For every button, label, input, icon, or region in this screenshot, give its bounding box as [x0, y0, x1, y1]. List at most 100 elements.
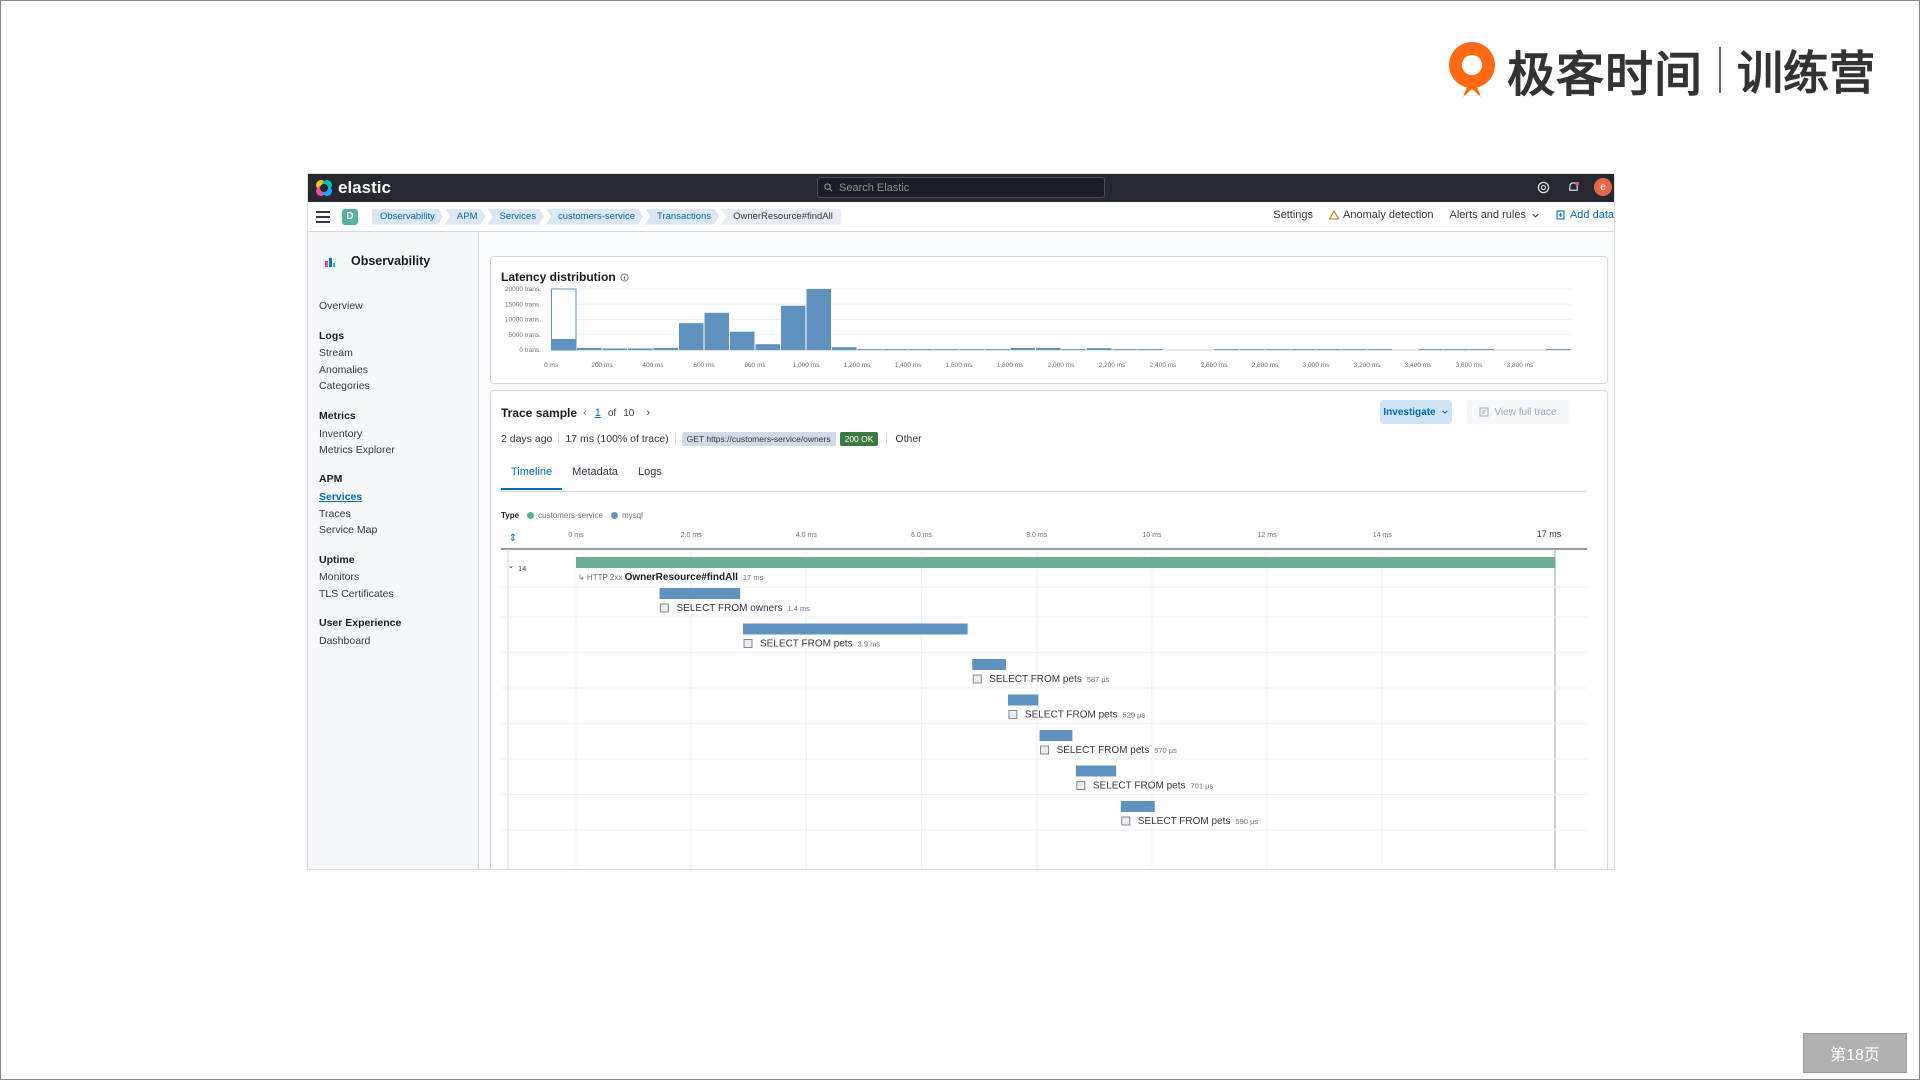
- latency-bar[interactable]: [1342, 349, 1367, 350]
- latency-bar[interactable]: [1010, 347, 1036, 350]
- tab-logs[interactable]: Logs: [628, 466, 672, 490]
- elastic-logo-text[interactable]: elastic: [338, 178, 391, 198]
- transaction-bar[interactable]: [576, 557, 1555, 568]
- latency-bar[interactable]: [781, 305, 806, 350]
- latency-bar[interactable]: [1444, 349, 1469, 350]
- latency-bar[interactable]: [1214, 349, 1240, 350]
- latency-bar[interactable]: [857, 349, 883, 350]
- latency-bar[interactable]: [1265, 349, 1291, 350]
- span-bar[interactable]: [1075, 765, 1117, 777]
- latency-bar[interactable]: [1291, 349, 1316, 350]
- span-label[interactable]: SELECT FROM pets 590 μs: [1138, 816, 1259, 827]
- space-avatar[interactable]: D: [342, 208, 358, 225]
- span-label[interactable]: SELECT FROM pets 570 μs: [1057, 745, 1178, 756]
- latency-bar[interactable]: [934, 349, 959, 350]
- latency-bar[interactable]: [1112, 349, 1138, 350]
- latency-bar[interactable]: [602, 348, 628, 350]
- chevron-left-icon[interactable]: ‹: [583, 407, 587, 419]
- span-bar[interactable]: [1120, 801, 1155, 812]
- sidebar-item-service-map[interactable]: Service Map: [319, 524, 377, 536]
- breadcrumb-transactions[interactable]: Transactions: [645, 209, 719, 225]
- latency-bar[interactable]: [1418, 349, 1444, 350]
- chevron-right-icon[interactable]: ›: [646, 407, 650, 419]
- span-label[interactable]: SELECT FROM pets 3.9 ms: [760, 639, 880, 650]
- tab-metadata[interactable]: Metadata: [562, 466, 628, 490]
- latency-bar[interactable]: [959, 349, 985, 350]
- collapse-all-icon[interactable]: ⇕: [509, 533, 517, 544]
- span-bar[interactable]: [1007, 694, 1039, 706]
- view-full-trace-button[interactable]: View full trace: [1467, 400, 1569, 424]
- top-header: elastic Search Elastic e: [308, 174, 1614, 202]
- latency-bar[interactable]: [883, 349, 908, 350]
- menu-icon[interactable]: [316, 210, 330, 223]
- latency-bar[interactable]: [1087, 348, 1112, 350]
- span-duration: 3.9 ms: [858, 640, 881, 649]
- sidebar-item-overview[interactable]: Overview: [319, 300, 363, 312]
- sidebar-item-metrics-explorer[interactable]: Metrics Explorer: [319, 444, 395, 456]
- latency-bar[interactable]: [1061, 349, 1087, 350]
- newsfeed-icon[interactable]: [1564, 178, 1582, 196]
- breadcrumb-services[interactable]: Services: [488, 209, 544, 225]
- observability-icon: [325, 258, 335, 267]
- trace-page-current[interactable]: 1: [595, 407, 601, 419]
- elastic-logo-icon[interactable]: [314, 178, 334, 198]
- sidebar-item-monitors[interactable]: Monitors: [319, 571, 359, 583]
- waterfall-chart[interactable]: ⇕ 0 ms 2.0 ms 4.0 ms 6.0 ms 8.0 ms 10 ms 12 ms 1…: [491, 516, 1608, 870]
- sidebar-item-stream[interactable]: Stream: [319, 347, 353, 359]
- latency-bar[interactable]: [577, 347, 602, 350]
- add-data-link[interactable]: Add data: [1556, 209, 1614, 221]
- sidebar-item-anomalies[interactable]: Anomalies: [319, 364, 368, 376]
- latency-bar[interactable]: [1469, 349, 1495, 350]
- latency-bar[interactable]: [730, 331, 755, 350]
- x-tick-label: 400 ms: [642, 362, 664, 369]
- span-label[interactable]: SELECT FROM pets 529 μs: [1025, 710, 1146, 721]
- latency-bar[interactable]: [1316, 349, 1342, 350]
- transaction-label[interactable]: ↳ HTTP 2xx OwnerResource#findAll 17 ms: [578, 572, 764, 583]
- latency-bar[interactable]: [551, 339, 577, 350]
- span-bar[interactable]: [743, 623, 968, 635]
- sidebar-item-tls-certificates[interactable]: TLS Certificates: [319, 588, 394, 600]
- latency-bar[interactable]: [755, 344, 781, 350]
- latency-bar[interactable]: [1036, 347, 1061, 350]
- latency-chart[interactable]: 20000 trans. 15000 trans. 10000 trans. 5000…: [491, 257, 1609, 385]
- span-bar[interactable]: [1039, 730, 1073, 741]
- search-input[interactable]: Search Elastic: [817, 177, 1105, 198]
- tab-timeline[interactable]: Timeline: [501, 466, 563, 490]
- latency-bar[interactable]: [1367, 349, 1393, 350]
- user-avatar[interactable]: e: [1594, 178, 1612, 196]
- latency-bar[interactable]: [832, 347, 857, 350]
- latency-bar[interactable]: [1240, 349, 1265, 350]
- span-label[interactable]: SELECT FROM pets 701 μs: [1093, 781, 1214, 792]
- span-name: SELECT FROM pets: [1138, 816, 1231, 827]
- latency-bar[interactable]: [679, 323, 704, 350]
- settings-link[interactable]: Settings: [1273, 209, 1313, 221]
- investigate-button[interactable]: Investigate: [1380, 400, 1452, 424]
- latency-bar[interactable]: [806, 289, 832, 350]
- expand-toggle-icon[interactable]: ⌄: [508, 561, 515, 570]
- latency-bar[interactable]: [1138, 349, 1163, 350]
- latency-bar[interactable]: [985, 349, 1010, 350]
- trace-age: 2 days ago: [501, 433, 553, 445]
- latency-bar[interactable]: [628, 348, 653, 350]
- span-label[interactable]: SELECT FROM pets 587 μs: [989, 674, 1110, 685]
- span-bar[interactable]: [972, 659, 1007, 670]
- sidebar-item-categories[interactable]: Categories: [319, 380, 370, 392]
- anomaly-detection-link[interactable]: Anomaly detection: [1329, 209, 1434, 221]
- breadcrumb-apm[interactable]: APM: [445, 209, 486, 225]
- trace-pager: Trace sample ‹ 1 of 10 ›: [501, 406, 650, 420]
- sidebar-item-inventory[interactable]: Inventory: [319, 428, 362, 440]
- help-icon[interactable]: [1534, 178, 1552, 196]
- sidebar-item-traces[interactable]: Traces: [319, 508, 351, 520]
- span-label[interactable]: SELECT FROM owners 1.4 ms: [677, 603, 811, 614]
- latency-bar[interactable]: [704, 312, 730, 350]
- sidebar-item-dashboard[interactable]: Dashboard: [319, 635, 370, 647]
- latency-bar[interactable]: [908, 349, 934, 350]
- latency-bar[interactable]: [653, 347, 679, 350]
- breadcrumb-customers-service[interactable]: customers-service: [546, 209, 643, 225]
- brand-logo: 极客时间 训练营: [1445, 35, 1875, 105]
- span-bar[interactable]: [659, 588, 741, 599]
- alerts-rules-menu[interactable]: Alerts and rules: [1450, 209, 1540, 221]
- latency-bar[interactable]: [1546, 349, 1571, 350]
- sidebar-item-services[interactable]: Services: [319, 491, 362, 503]
- breadcrumb-observability[interactable]: Observability: [372, 209, 443, 225]
